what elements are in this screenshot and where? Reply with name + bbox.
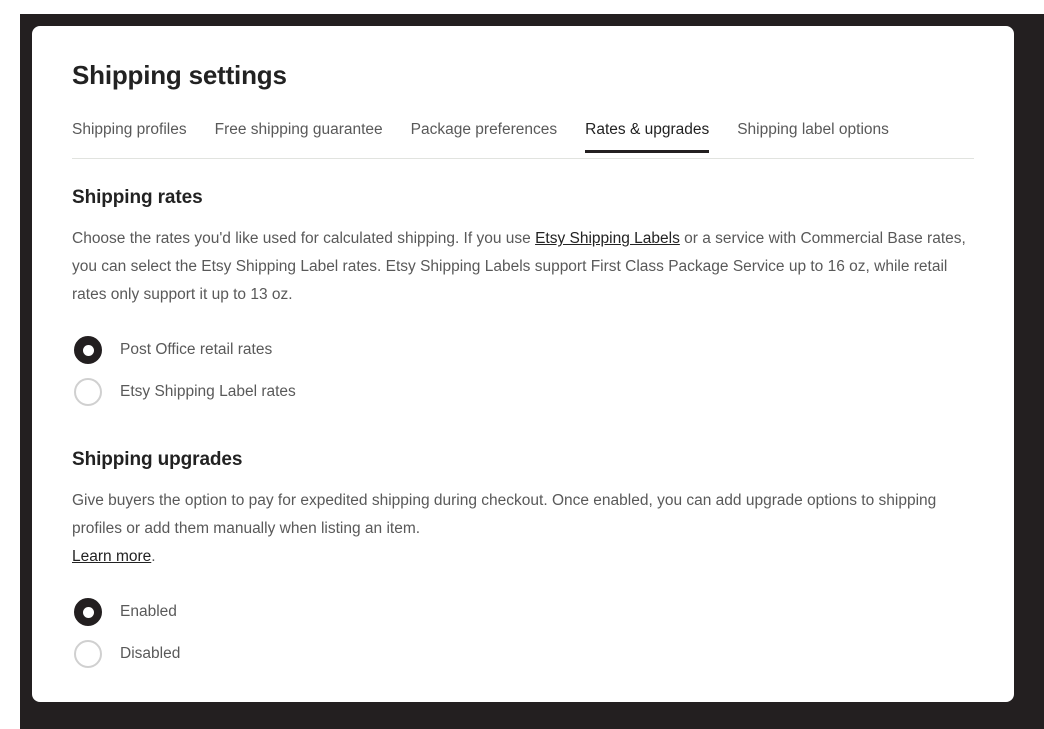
tab-shipping-label-options[interactable]: Shipping label options bbox=[737, 122, 889, 153]
shipping-settings-card: Shipping settings Shipping profiles Free… bbox=[32, 26, 1014, 702]
shipping-upgrades-description-text: Give buyers the option to pay for expedi… bbox=[72, 492, 937, 538]
shipping-upgrades-section: Shipping upgrades Give buyers the option… bbox=[72, 449, 974, 675]
radio-icon-selected[interactable] bbox=[74, 336, 102, 365]
tab-package-preferences[interactable]: Package preferences bbox=[411, 122, 557, 153]
settings-tabs-bar: Shipping profiles Free shipping guarante… bbox=[72, 122, 974, 160]
card-content: Shipping settings Shipping profiles Free… bbox=[32, 26, 1014, 675]
learn-more-line: Learn more. bbox=[72, 543, 974, 571]
shipping-rates-radio-group: Post Office retail rates Etsy Shipping L… bbox=[72, 329, 974, 413]
radio-option-enabled[interactable]: Enabled bbox=[72, 591, 974, 633]
learn-more-link[interactable]: Learn more bbox=[72, 548, 151, 565]
shipping-rates-heading: Shipping rates bbox=[72, 187, 203, 209]
tab-free-shipping-guarantee[interactable]: Free shipping guarantee bbox=[215, 122, 383, 153]
radio-option-post-office-retail-rates[interactable]: Post Office retail rates bbox=[72, 329, 974, 371]
radio-label-enabled: Enabled bbox=[120, 603, 177, 621]
radio-option-etsy-shipping-label-rates[interactable]: Etsy Shipping Label rates bbox=[72, 371, 974, 413]
settings-tabs-list: Shipping profiles Free shipping guarante… bbox=[72, 122, 974, 158]
radio-label-post-office-retail-rates: Post Office retail rates bbox=[120, 341, 273, 359]
shipping-upgrades-radio-group: Enabled Disabled bbox=[72, 591, 974, 675]
radio-icon-unselected[interactable] bbox=[74, 378, 102, 407]
shipping-rates-section: Shipping rates Choose the rates you'd li… bbox=[72, 187, 974, 413]
shipping-rates-description-text-before: Choose the rates you'd like used for cal… bbox=[72, 230, 536, 248]
radio-option-disabled[interactable]: Disabled bbox=[72, 633, 974, 675]
tab-rates-and-upgrades[interactable]: Rates & upgrades bbox=[585, 122, 710, 153]
shipping-rates-description: Choose the rates you'd like used for cal… bbox=[72, 225, 974, 309]
tab-shipping-profiles[interactable]: Shipping profiles bbox=[72, 122, 187, 153]
radio-label-etsy-shipping-label-rates: Etsy Shipping Label rates bbox=[120, 383, 296, 401]
page-title: Shipping settings bbox=[72, 60, 287, 90]
shipping-upgrades-description: Give buyers the option to pay for expedi… bbox=[72, 487, 974, 571]
radio-icon-unselected[interactable] bbox=[74, 640, 102, 669]
learn-more-period: . bbox=[151, 548, 156, 566]
radio-icon-selected[interactable] bbox=[74, 598, 102, 627]
shipping-upgrades-heading: Shipping upgrades bbox=[72, 449, 243, 471]
app-window-frame: Shipping settings Shipping profiles Free… bbox=[20, 14, 1044, 729]
radio-label-disabled: Disabled bbox=[120, 645, 181, 663]
etsy-shipping-labels-link[interactable]: Etsy Shipping Labels bbox=[535, 230, 680, 247]
